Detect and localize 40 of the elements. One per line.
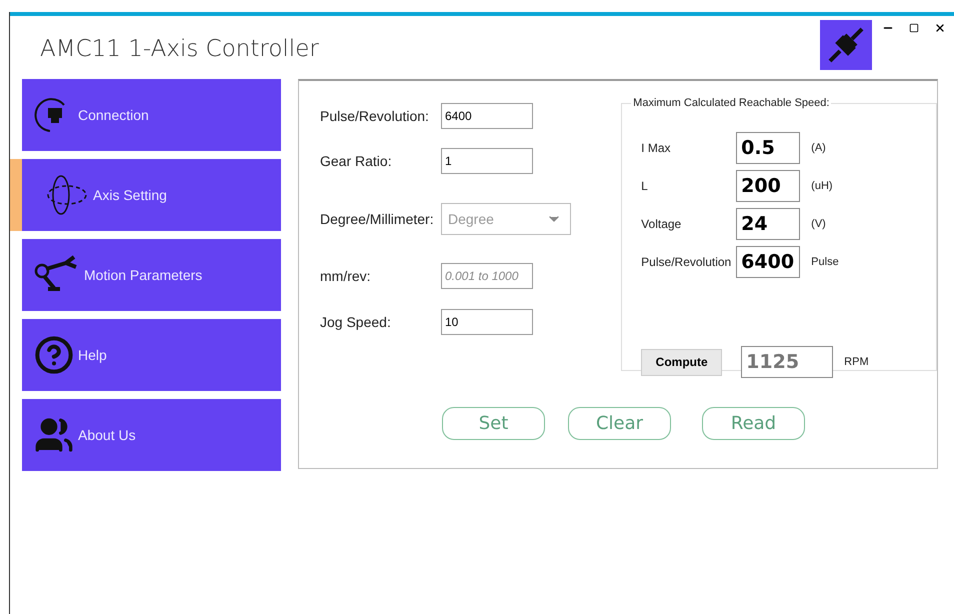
- plug-icon: [820, 20, 872, 70]
- input-field[interactable]: 200: [736, 170, 800, 202]
- unit-label: (V): [811, 218, 826, 230]
- sidebar-item[interactable]: Axis Setting: [10, 159, 281, 231]
- field-label: Voltage: [641, 217, 682, 231]
- input-field[interactable]: 24: [736, 208, 800, 240]
- window-title: AMC11 1-Axis Controller: [40, 36, 320, 62]
- group-title: Maximum Calculated Reachable Speed:: [632, 97, 830, 109]
- field-label: Pulse/Revolution: [641, 255, 732, 269]
- unit-label: Pulse: [811, 256, 839, 268]
- action-button[interactable]: Clear: [568, 407, 671, 440]
- help-icon: [34, 335, 74, 375]
- field-label: Pulse/Revolution:: [320, 108, 430, 124]
- input-field[interactable]: 0.001 to 1000: [441, 263, 533, 289]
- input-field[interactable]: 6400: [736, 246, 800, 278]
- unit-label: (A): [811, 142, 826, 154]
- unit-label: RPM: [844, 356, 869, 368]
- sidebar-item[interactable]: About Us: [22, 399, 281, 471]
- unit-label: (uH): [811, 180, 833, 192]
- field-label: L: [641, 179, 649, 193]
- maximize-button[interactable]: [908, 22, 920, 34]
- field-label: mm/rev:: [320, 268, 372, 284]
- input-field[interactable]: 0.5: [736, 132, 800, 164]
- field-label: Gear Ratio:: [320, 153, 393, 169]
- action-button[interactable]: Set: [442, 407, 545, 440]
- sidebar-item[interactable]: Motion Parameters: [22, 239, 281, 311]
- input-field[interactable]: 10: [441, 309, 533, 335]
- input-field[interactable]: 6400: [441, 103, 533, 129]
- sidebar-item[interactable]: Connection: [22, 79, 281, 151]
- field-label: Degree/Millimeter:: [320, 210, 435, 226]
- rotation-icon: [45, 173, 89, 217]
- close-button[interactable]: [934, 22, 946, 34]
- field-label: I Max: [641, 141, 672, 155]
- field-label: Jog Speed:: [320, 314, 392, 330]
- close-icon: [934, 22, 946, 34]
- action-button[interactable]: Read: [702, 407, 805, 440]
- sidebar-item[interactable]: Help: [22, 319, 281, 391]
- compute-button[interactable]: Compute: [641, 348, 722, 376]
- maximize-icon: [909, 23, 919, 33]
- input-field[interactable]: 1: [441, 148, 533, 174]
